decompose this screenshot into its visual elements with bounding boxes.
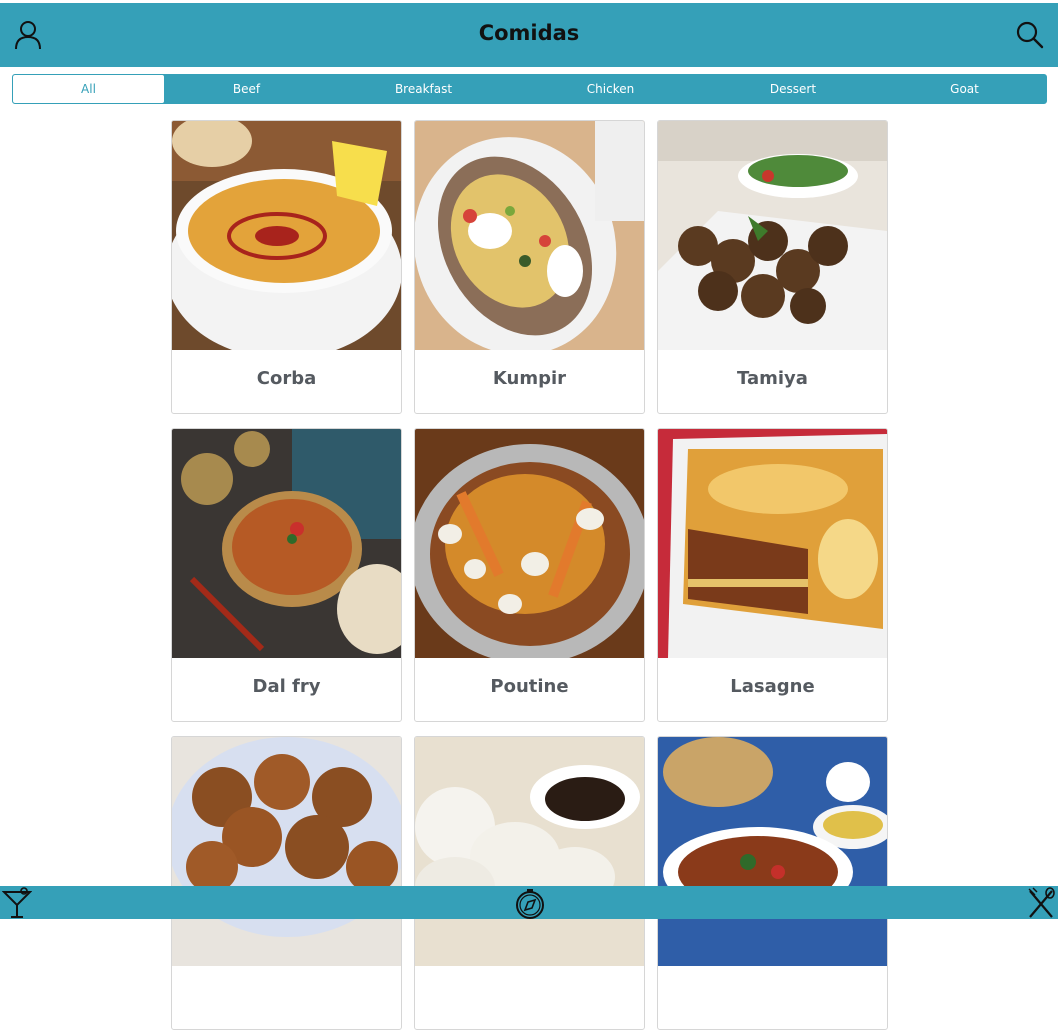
recipe-card[interactable]: Kumpir bbox=[414, 120, 645, 414]
explore-button[interactable] bbox=[514, 887, 546, 919]
recipe-image bbox=[658, 429, 887, 658]
recipe-image bbox=[658, 737, 887, 966]
recipe-card[interactable]: Dal fry bbox=[171, 428, 402, 722]
filter-goat[interactable]: Goat bbox=[883, 75, 1046, 103]
recipe-name: Kumpir bbox=[492, 368, 567, 389]
recipe-card[interactable] bbox=[657, 736, 888, 1030]
filter-chicken[interactable]: Chicken bbox=[518, 75, 703, 103]
recipe-name bbox=[172, 966, 401, 1029]
recipe-card[interactable]: Poutine bbox=[414, 428, 645, 722]
recipe-name: Poutine bbox=[490, 676, 569, 697]
bottom-nav bbox=[0, 886, 1058, 919]
recipe-card[interactable] bbox=[171, 736, 402, 1030]
search-button[interactable] bbox=[1014, 19, 1046, 51]
recipe-card[interactable]: Lasagne bbox=[657, 428, 888, 722]
recipe-name: Corba bbox=[256, 368, 317, 389]
drinks-icon bbox=[1, 887, 33, 918]
filter-beef[interactable]: Beef bbox=[164, 75, 329, 103]
recipe-card[interactable]: Tamiya bbox=[657, 120, 888, 414]
page-title: Comidas bbox=[478, 21, 580, 45]
recipe-image bbox=[172, 429, 401, 658]
recipe-name: Dal fry bbox=[252, 676, 321, 697]
recipe-image bbox=[415, 121, 644, 350]
filter-breakfast[interactable]: Breakfast bbox=[329, 75, 518, 103]
recipe-image bbox=[172, 737, 401, 966]
recipe-image bbox=[658, 121, 887, 350]
filter-dessert[interactable]: Dessert bbox=[703, 75, 883, 103]
category-filter-bar: All Beef Breakfast Chicken Dessert Goat bbox=[12, 74, 1047, 104]
recipe-card[interactable]: Corba bbox=[171, 120, 402, 414]
recipe-image bbox=[415, 737, 644, 966]
recipe-name: Tamiya bbox=[737, 368, 808, 389]
recipe-card[interactable] bbox=[414, 736, 645, 1030]
filter-all[interactable]: All bbox=[13, 75, 164, 103]
recipe-name: Lasagne bbox=[730, 676, 815, 697]
recipe-image bbox=[415, 429, 644, 658]
recipe-image bbox=[172, 121, 401, 350]
explore-icon bbox=[516, 889, 544, 919]
drinks-button[interactable] bbox=[1, 887, 33, 919]
recipe-name bbox=[415, 966, 644, 1029]
meals-icon bbox=[1028, 887, 1055, 918]
header: Comidas bbox=[0, 3, 1058, 67]
search-icon bbox=[1016, 21, 1044, 49]
recipe-name bbox=[658, 966, 887, 1029]
meals-button[interactable] bbox=[1026, 887, 1056, 919]
